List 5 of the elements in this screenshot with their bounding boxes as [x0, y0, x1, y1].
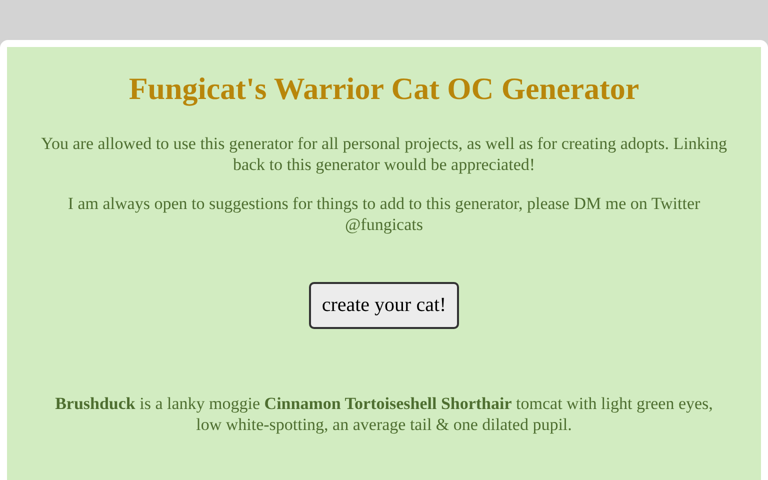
result-text: Brushduck is a lanky moggie Cinnamon Tortoiseshell Shorthair tomcat with light green eyes, low white-spotting, an average tail & one dilated pupil.	[54, 393, 714, 435]
page-title: Fungicat's Warrior Cat OC Generator	[128, 71, 640, 107]
info-paragraph: You are allowed to use this generator for all personal projects, as well as for creating adopts. Linking back to this generator would be appreciated!	[40, 133, 728, 175]
info-paragraph: I am always open to suggestions for things to add to this generator, please DM me on Twitter @fungicats	[66, 193, 702, 235]
create-button[interactable]: create your cat!	[308, 282, 460, 329]
